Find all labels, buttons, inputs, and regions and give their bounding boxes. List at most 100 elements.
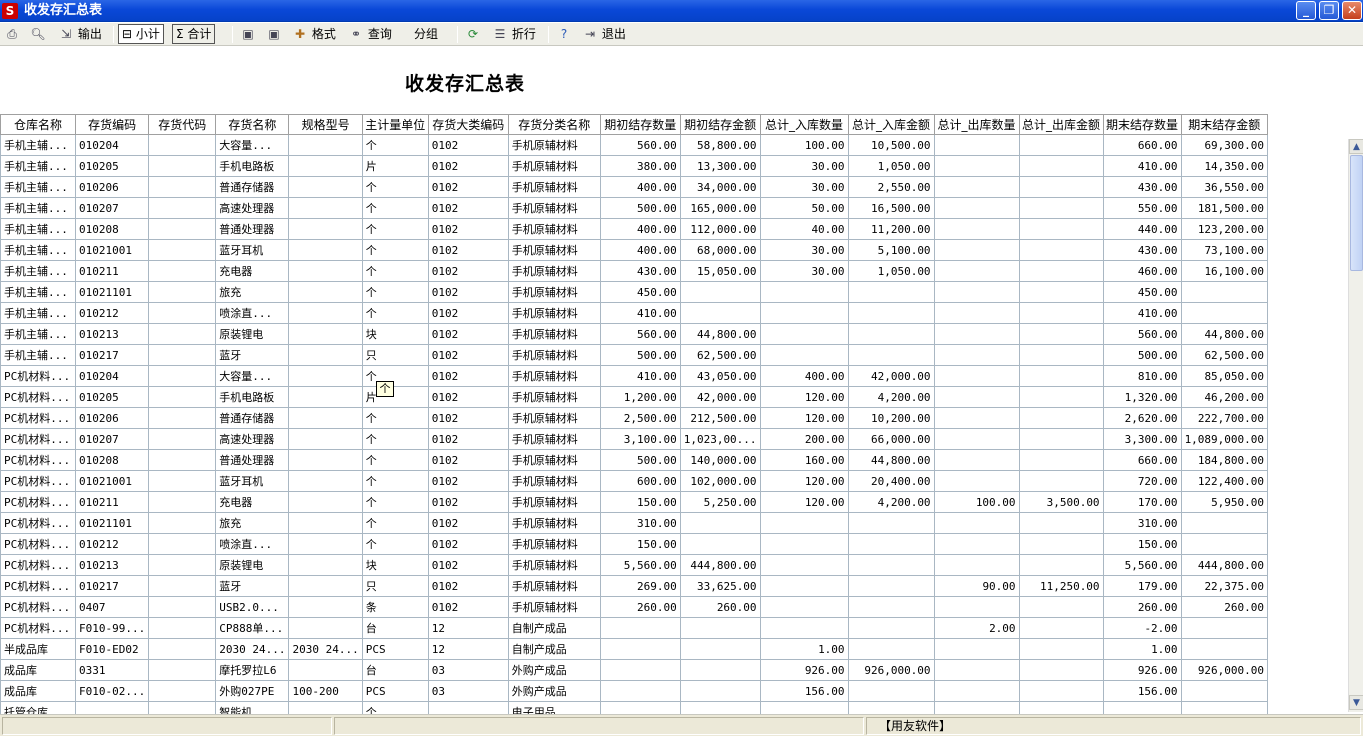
table-cell[interactable]	[1018, 596, 1104, 618]
table-cell[interactable]: 0102	[427, 302, 509, 324]
table-cell[interactable]: 个	[361, 197, 429, 219]
table-cell[interactable]	[1180, 701, 1269, 714]
table-cell[interactable]: 旅充	[215, 281, 290, 303]
table-cell[interactable]	[148, 638, 217, 660]
table-cell[interactable]: 个	[361, 533, 429, 555]
table-cell[interactable]: 50.00	[759, 197, 849, 219]
table-cell[interactable]: 5,560.00	[599, 554, 681, 576]
table-cell[interactable]: 010211	[74, 260, 150, 282]
table-cell[interactable]: 外购027PE	[215, 680, 290, 702]
table-cell[interactable]: 22,375.00	[1180, 575, 1269, 597]
table-cell[interactable]: 0102	[427, 218, 509, 240]
table-cell[interactable]	[148, 428, 217, 450]
table-cell[interactable]	[1018, 176, 1104, 198]
scroll-down-arrow-icon[interactable]: ▼	[1349, 695, 1363, 710]
table-cell[interactable]: 手机原辅材料	[507, 302, 601, 324]
table-cell[interactable]	[599, 680, 681, 702]
table-cell[interactable]	[933, 134, 1020, 156]
table-cell[interactable]: 个	[361, 491, 429, 513]
table-cell[interactable]: 30.00	[759, 155, 849, 177]
table-cell[interactable]: PCS	[361, 638, 429, 660]
table-cell[interactable]: 0102	[427, 260, 509, 282]
table-cell[interactable]	[759, 596, 849, 618]
column-header[interactable]: 存货分类名称	[507, 114, 601, 135]
table-cell[interactable]: 手机原辅材料	[507, 470, 601, 492]
table-cell[interactable]: F010-ED02	[74, 638, 150, 660]
table-cell[interactable]	[148, 596, 217, 618]
table-cell[interactable]: 0102	[427, 470, 509, 492]
table-cell[interactable]	[759, 512, 849, 534]
table-cell[interactable]: 181,500.00	[1180, 197, 1269, 219]
table-cell[interactable]: 150.00	[1102, 533, 1182, 555]
table-cell[interactable]	[1018, 344, 1104, 366]
table-cell[interactable]: 高速处理器	[215, 428, 290, 450]
query-button[interactable]: ⚭ 查询	[348, 25, 392, 44]
table-cell[interactable]	[933, 680, 1020, 702]
table-cell[interactable]: 62,500.00	[1180, 344, 1269, 366]
table-cell[interactable]: 0102	[427, 386, 509, 408]
table-cell[interactable]: 2030 24...	[288, 638, 363, 660]
table-cell[interactable]	[1018, 281, 1104, 303]
table-cell[interactable]	[288, 701, 363, 714]
table-cell[interactable]: 450.00	[1102, 281, 1182, 303]
column-header[interactable]: 存货名称	[215, 114, 290, 135]
table-cell[interactable]: 46,200.00	[1180, 386, 1269, 408]
table-cell[interactable]: 112,000.00	[679, 218, 761, 240]
table-cell[interactable]: 蓝牙耳机	[215, 470, 290, 492]
table-row[interactable]: 托管仓库 智能机 个 电子用品	[0, 701, 1269, 714]
table-row[interactable]: 手机主辅... 01021101 旅充个 0102 手机原辅材料 450.00 450.00	[0, 281, 1269, 303]
table-cell[interactable]: 1.00	[759, 638, 849, 660]
table-cell[interactable]: 个	[361, 512, 429, 534]
table-cell[interactable]	[759, 344, 849, 366]
table-cell[interactable]	[1018, 680, 1104, 702]
table-cell[interactable]: 550.00	[1102, 197, 1182, 219]
table-cell[interactable]	[148, 197, 217, 219]
table-cell[interactable]	[1018, 386, 1104, 408]
table-cell[interactable]	[148, 449, 217, 471]
column-header[interactable]: 总计_入库数量	[759, 114, 849, 135]
table-cell[interactable]	[288, 470, 363, 492]
table-cell[interactable]: 手机原辅材料	[507, 260, 601, 282]
table-cell[interactable]	[288, 260, 363, 282]
table-cell[interactable]	[679, 701, 761, 714]
table-cell[interactable]: 410.00	[1102, 155, 1182, 177]
table-cell[interactable]: PC机材料...	[0, 533, 76, 555]
column-header[interactable]: 期末结存金额	[1180, 114, 1269, 135]
table-cell[interactable]: 个	[361, 302, 429, 324]
table-cell[interactable]	[679, 281, 761, 303]
table-cell[interactable]	[1018, 512, 1104, 534]
help-button[interactable]: ?	[556, 25, 572, 44]
table-cell[interactable]	[148, 491, 217, 513]
table-cell[interactable]: 926,000.00	[847, 659, 935, 681]
table-cell[interactable]: 0407	[74, 596, 150, 618]
table-cell[interactable]	[288, 365, 363, 387]
table-cell[interactable]: 150.00	[599, 491, 681, 513]
table-cell[interactable]: 720.00	[1102, 470, 1182, 492]
table-cell[interactable]: 14,350.00	[1180, 155, 1269, 177]
table-cell[interactable]: 30.00	[759, 260, 849, 282]
table-cell[interactable]	[1180, 302, 1269, 324]
table-row[interactable]: 半成品库 F010-ED02 2030 24... 2030 24... PCS 12 自制…	[0, 638, 1269, 660]
table-cell[interactable]: 430.00	[599, 260, 681, 282]
table-cell[interactable]	[933, 659, 1020, 681]
table-cell[interactable]	[288, 155, 363, 177]
table-cell[interactable]: 165,000.00	[679, 197, 761, 219]
table-cell[interactable]: 0102	[427, 407, 509, 429]
table-row[interactable]: PC机材料... 010217 蓝牙 只 0102 手机原辅材料 269.00 33,625.…	[0, 575, 1269, 597]
table-cell[interactable]	[148, 218, 217, 240]
column-header[interactable]: 规格型号	[288, 114, 363, 135]
table-cell[interactable]	[288, 302, 363, 324]
table-cell[interactable]: 03	[427, 659, 509, 681]
table-cell[interactable]	[288, 575, 363, 597]
table-row[interactable]: PC机材料... 010208 普通处理器 个 0102 手机原辅材料 500.00 140,…	[0, 449, 1269, 471]
table-cell[interactable]: 410.00	[599, 302, 681, 324]
table-cell[interactable]: 010212	[74, 533, 150, 555]
table-cell[interactable]: 1,023,00...	[679, 428, 761, 450]
table-cell[interactable]: 1,320.00	[1102, 386, 1182, 408]
table-cell[interactable]	[933, 428, 1020, 450]
table-cell[interactable]	[759, 533, 849, 555]
table-cell[interactable]	[679, 680, 761, 702]
table-cell[interactable]	[148, 617, 217, 639]
table-cell[interactable]: 个	[361, 281, 429, 303]
table-cell[interactable]: 200.00	[759, 428, 849, 450]
